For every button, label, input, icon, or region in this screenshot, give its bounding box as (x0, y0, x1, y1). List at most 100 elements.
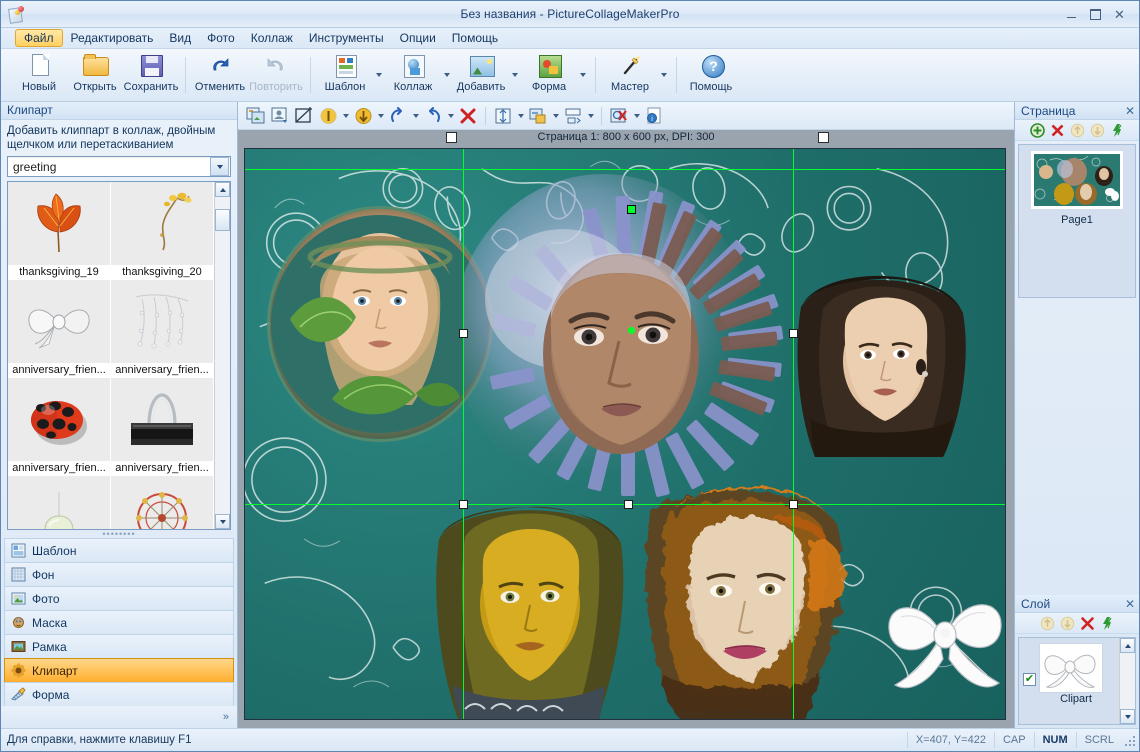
sidebar-item-template[interactable]: Шаблон (4, 538, 234, 563)
scroll-down-icon[interactable] (1120, 709, 1135, 724)
toolbar-dropdown-wizard[interactable] (658, 51, 670, 99)
swap-photo-icon[interactable] (244, 105, 268, 127)
clipart-item[interactable]: anniversary_frien... (8, 378, 111, 476)
toolbar-dropdown-collage[interactable] (441, 51, 453, 99)
toolbar-button-undo[interactable]: Отменить (192, 50, 248, 101)
add-page-icon[interactable] (1029, 122, 1045, 138)
toolbar-dropdown-template[interactable] (373, 51, 385, 99)
info-page-icon[interactable]: i (642, 105, 666, 127)
send-backward-dropdown[interactable] (375, 105, 386, 127)
toolbar-button-redo[interactable]: Повторить (248, 50, 304, 101)
scrollbar-thumb[interactable] (215, 209, 230, 231)
minimize-button[interactable] (1064, 7, 1079, 21)
toolbar-dropdown-add[interactable] (509, 51, 521, 99)
panel-expand-button[interactable]: » (1, 706, 237, 728)
scroll-up-icon[interactable] (1120, 638, 1135, 653)
clipart-item[interactable] (8, 476, 111, 529)
rotation-handle[interactable] (627, 205, 636, 214)
toolbar-button-save[interactable]: Сохранить (123, 50, 179, 101)
align-vertical-icon[interactable] (491, 105, 515, 127)
layer-up-icon[interactable] (1040, 616, 1055, 631)
layer-visibility-checkbox[interactable]: ✔ (1023, 673, 1036, 686)
clear-search-dropdown[interactable] (631, 105, 642, 127)
scrollbar-track[interactable] (215, 197, 230, 514)
menu-item-tools[interactable]: Инструменты (301, 28, 392, 48)
layer-list[interactable]: ✔ Clipart (1018, 637, 1136, 725)
toolbar-button-shape[interactable]: Форма (521, 50, 577, 101)
photo-autumn-masked-woman[interactable] (623, 479, 863, 719)
bring-forward-dropdown[interactable] (340, 105, 351, 127)
scrollbar-track[interactable] (1120, 653, 1135, 709)
rotate-right-icon[interactable] (386, 105, 410, 127)
delete-layer-icon[interactable] (1080, 616, 1095, 631)
selection-handle-right[interactable] (789, 329, 798, 338)
menu-item-edit[interactable]: Редактировать (63, 28, 162, 48)
clipart-item[interactable]: anniversary_frien... (8, 280, 111, 378)
toolbar-button-add[interactable]: Добавить (453, 50, 509, 101)
clipart-item[interactable]: anniversary_frien... (111, 378, 214, 476)
layer-down-icon[interactable] (1060, 616, 1075, 631)
send-backward-icon[interactable] (351, 105, 375, 127)
bring-forward-icon[interactable] (316, 105, 340, 127)
selection-handle-left[interactable] (459, 329, 468, 338)
menu-item-file[interactable]: Файл (15, 29, 63, 47)
clipart-item[interactable] (111, 476, 214, 529)
clipart-item[interactable]: thanksgiving_19 (8, 182, 111, 280)
sidebar-item-frame[interactable]: Рамка (4, 634, 234, 659)
layer-scrollbar[interactable] (1119, 638, 1135, 724)
align-vertical-dropdown[interactable] (515, 105, 526, 127)
sidebar-item-background[interactable]: Фон (4, 562, 234, 587)
clipart-scrollbar[interactable] (214, 182, 230, 529)
clipart-item[interactable]: anniversary_frien... (111, 280, 214, 378)
collage-canvas[interactable] (244, 148, 1006, 720)
canvas-area[interactable] (238, 144, 1014, 728)
distribute-icon[interactable] (561, 105, 585, 127)
refresh-layer-icon[interactable] (1100, 616, 1115, 631)
photo-dark-haired-woman[interactable] (793, 269, 973, 459)
close-icon[interactable]: ✕ (1112, 7, 1127, 21)
photo-white-bow-clipart[interactable] (875, 579, 1005, 709)
panel-splitter[interactable]: •••••••• (1, 529, 237, 539)
page-list[interactable]: Page1 (1018, 144, 1136, 298)
clipart-category-combo[interactable]: greeting (7, 156, 231, 177)
selection-handle-bottom-left[interactable] (459, 500, 468, 509)
close-icon[interactable]: ✕ (1125, 104, 1135, 118)
clear-search-icon[interactable] (607, 105, 631, 127)
menu-item-collage[interactable]: Коллаж (243, 28, 301, 48)
delete-red-x-icon[interactable] (456, 105, 480, 127)
resize-handle-left[interactable] (446, 132, 457, 143)
toolbar-button-template[interactable]: Шаблон (317, 50, 373, 101)
resize-handle-right[interactable] (818, 132, 829, 143)
page-thumbnail-card[interactable]: Page1 (1031, 151, 1123, 226)
layer-item[interactable]: ✔ (1019, 638, 1119, 693)
rotate-right-dropdown[interactable] (410, 105, 421, 127)
toolbar-button-new[interactable]: Новый (11, 50, 67, 101)
toolbar-button-collage[interactable]: Коллаж (385, 50, 441, 101)
menu-item-photo[interactable]: Фото (199, 28, 243, 48)
align-left-dropdown[interactable] (550, 105, 561, 127)
sidebar-item-mask[interactable]: Маска (4, 610, 234, 635)
rotate-left-dropdown[interactable] (445, 105, 456, 127)
selection-center-point[interactable] (628, 327, 635, 334)
sidebar-item-shape[interactable]: Форма (4, 682, 234, 707)
align-left-icon[interactable] (526, 105, 550, 127)
chevron-down-icon[interactable] (210, 157, 229, 176)
distribute-dropdown[interactable] (585, 105, 596, 127)
refresh-page-icon[interactable] (1110, 123, 1125, 138)
move-page-down-icon[interactable] (1090, 123, 1105, 138)
clipart-item[interactable]: thanksgiving_20 (111, 182, 214, 280)
toolbar-button-help[interactable]: ? Помощь (683, 50, 739, 101)
move-page-up-icon[interactable] (1070, 123, 1085, 138)
delete-page-icon[interactable] (1050, 123, 1065, 138)
scroll-up-icon[interactable] (215, 182, 230, 197)
menu-item-view[interactable]: Вид (161, 28, 199, 48)
toolbar-button-open[interactable]: Открыть (67, 50, 123, 101)
selection-handle-bottom-center[interactable] (624, 500, 633, 509)
rotate-left-icon[interactable] (421, 105, 445, 127)
photo-golden-woman[interactable] (425, 499, 635, 719)
menu-item-options[interactable]: Опции (392, 28, 444, 48)
menu-item-help[interactable]: Помощь (444, 28, 506, 48)
crop-photo-icon[interactable] (292, 105, 316, 127)
sidebar-item-photo[interactable]: Фото (4, 586, 234, 611)
replace-photo-icon[interactable] (268, 105, 292, 127)
